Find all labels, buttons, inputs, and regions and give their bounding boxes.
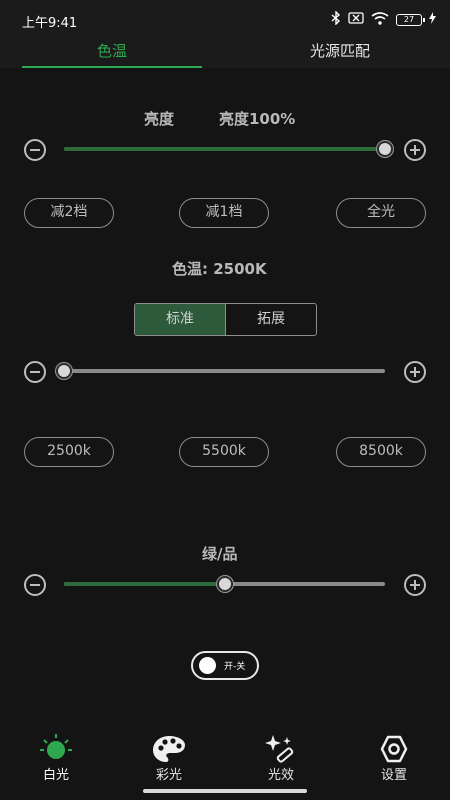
gm-slider-thumb[interactable] [217,576,233,592]
preset-8500k-button[interactable]: 8500k [336,437,426,467]
charging-icon [429,12,436,28]
palette-icon [151,734,187,768]
cct-increase-button[interactable] [404,361,426,383]
home-indicator [143,789,307,793]
battery-icon: 27 [396,14,425,26]
nav-label-color-light: 彩光 [155,768,182,783]
brightness-decrease-button[interactable] [24,139,46,161]
cct-slider-thumb[interactable] [56,363,72,379]
tab-active-indicator [22,66,202,68]
effects-icon [263,733,299,767]
segment-standard[interactable]: 标准 [135,304,225,335]
toggle-knob [199,657,216,674]
nav-label-effects: 光效 [267,768,294,783]
tab-light-source-match[interactable]: 光源匹配 [250,40,430,61]
brightness-slider-thumb[interactable] [377,141,393,157]
green-magenta-title: 绿/品 [202,545,238,563]
cct-mode-segmented-control: 标准 拓展 [134,303,317,336]
status-time: 上午9:41 [22,16,78,31]
power-toggle[interactable]: 开-关 [191,651,259,680]
brightness-increase-button[interactable] [404,139,426,161]
preset-minus2-button[interactable]: 减2档 [24,198,114,228]
cct-decrease-button[interactable] [24,361,46,383]
gm-increase-button[interactable] [404,574,426,596]
bulb-icon [38,732,74,768]
status-icons: 27 [331,10,436,29]
settings-icon [377,734,411,768]
gm-slider-fill [64,582,225,586]
wifi-icon [371,11,389,29]
top-tabs: 色温 光源匹配 [0,30,450,68]
nav-label-white-light: 白光 [42,768,69,783]
segment-extended[interactable]: 拓展 [225,304,316,335]
sim-off-icon [348,12,364,28]
brightness-slider-fill [64,147,385,151]
cct-slider-track [64,369,385,373]
preset-full-button[interactable]: 全光 [336,198,426,228]
bluetooth-icon [331,10,341,29]
gm-decrease-button[interactable] [24,574,46,596]
tab-color-temperature[interactable]: 色温 [22,40,202,61]
brightness-title: 亮度 [144,110,175,128]
toggle-label: 开-关 [224,662,246,672]
nav-label-settings: 设置 [380,768,407,783]
brightness-value: 亮度100% [219,110,296,128]
preset-minus1-button[interactable]: 减1档 [179,198,269,228]
preset-2500k-button[interactable]: 2500k [24,437,114,467]
cct-title: 色温: 2500K [172,260,267,278]
preset-5500k-button[interactable]: 5500k [179,437,269,467]
